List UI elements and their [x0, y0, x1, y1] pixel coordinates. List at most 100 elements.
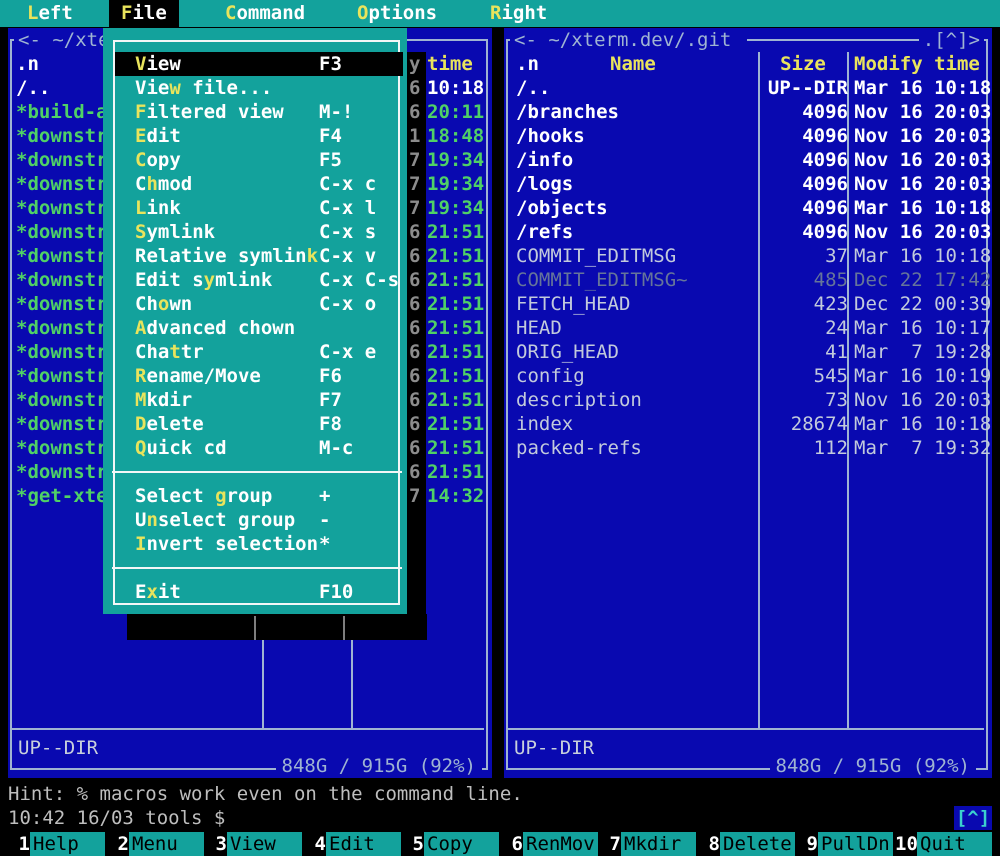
file-row[interactable]: /refs4096Nov 16 20:03: [508, 220, 984, 244]
file-row[interactable]: config545Mar 16 10:19: [508, 364, 984, 388]
hotkey-letter: L: [135, 197, 146, 219]
left-panel-ministatus-separator: [12, 728, 484, 730]
file-row[interactable]: COMMIT_EDITMSG37Mar 16 10:18: [508, 244, 984, 268]
fkey-number: 6: [501, 832, 523, 856]
menu-item-shortcut: C-x o: [319, 292, 376, 316]
command-line[interactable]: 10:42 16/03 tools $: [8, 806, 225, 830]
menu-item-exit[interactable]: ExitF10: [115, 580, 403, 604]
right-panel-corner-buttons[interactable]: .[^]>: [919, 28, 984, 52]
hotkey-letter: Q: [135, 437, 146, 459]
menu-item-label: Edit: [135, 124, 181, 148]
menu-item-shortcut: M-c: [319, 436, 353, 460]
menu-item-advanced-chown[interactable]: Advanced chown: [115, 316, 403, 340]
file-mtime: 20:11: [427, 100, 484, 124]
menu-item-delete[interactable]: DeleteF8: [115, 412, 403, 436]
file-name: /logs: [516, 172, 573, 196]
menu-item-invert-selection[interactable]: Invert selection*: [115, 532, 403, 556]
file-mtime: 21:51: [427, 388, 484, 412]
file-name: *get-xte: [16, 484, 108, 508]
file-row[interactable]: FETCH_HEAD423Dec 22 00:39: [508, 292, 984, 316]
menu-item-label: View file...: [135, 76, 272, 100]
menubar-item-options[interactable]: Options: [357, 0, 437, 27]
panel-scroll-badge[interactable]: [^]: [954, 806, 992, 830]
file-row[interactable]: HEAD24Mar 16 10:17: [508, 316, 984, 340]
menu-item-edit-symlink[interactable]: Edit symlinkC-x C-s: [115, 268, 403, 292]
menu-item-symlink[interactable]: SymlinkC-x s: [115, 220, 403, 244]
menubar-item-right[interactable]: Right: [490, 0, 547, 27]
fkey-copy[interactable]: 5Copy: [402, 832, 499, 856]
file-mtime: Dec 22 17:42: [854, 268, 991, 292]
menu-item-relative-symlink[interactable]: Relative symlinkC-x v: [115, 244, 403, 268]
fkey-help[interactable]: 1Help: [8, 832, 105, 856]
file-name: config: [516, 364, 585, 388]
shadowed-date-digit: 1: [409, 124, 420, 148]
file-row[interactable]: ORIG_HEAD41Mar 7 19:28: [508, 340, 984, 364]
fkey-delete[interactable]: 8Delete: [698, 832, 795, 856]
file-name: /refs: [516, 220, 573, 244]
right-panel-size-header[interactable]: Size: [760, 52, 846, 76]
file-name: COMMIT_EDITMSG: [516, 244, 676, 268]
fkey-number: 2: [107, 832, 129, 856]
menu-item-link[interactable]: LinkC-x l: [115, 196, 403, 220]
menu-item-label: Select group: [135, 484, 272, 508]
file-size: 24: [760, 316, 848, 340]
file-row[interactable]: /info4096Nov 16 20:03: [508, 148, 984, 172]
menu-item-mkdir[interactable]: MkdirF7: [115, 388, 403, 412]
menu-item-select-group[interactable]: Select group+: [115, 484, 403, 508]
file-row[interactable]: /logs4096Nov 16 20:03: [508, 172, 984, 196]
file-row[interactable]: COMMIT_EDITMSG~485Dec 22 17:42: [508, 268, 984, 292]
left-panel-path[interactable]: <- ~/xte: [14, 28, 114, 52]
file-row[interactable]: index28674Mar 16 10:18: [508, 412, 984, 436]
menu-item-edit[interactable]: EditF4: [115, 124, 403, 148]
file-mtime: 19:34: [427, 148, 484, 172]
file-row[interactable]: /branches4096Nov 16 20:03: [508, 100, 984, 124]
fkey-edit[interactable]: 4Edit: [304, 832, 401, 856]
hotkey-letter: R: [490, 2, 501, 24]
shadowed-date-digit: 7: [409, 196, 420, 220]
file-size: 112: [760, 436, 848, 460]
right-panel-mtime-header[interactable]: Modify time: [854, 52, 980, 76]
right-panel-name-header[interactable]: Name: [610, 52, 656, 76]
menu-item-filtered-view[interactable]: Filtered viewM-!: [115, 100, 403, 124]
fkey-number: 5: [402, 832, 424, 856]
menubar-item-left[interactable]: Left: [27, 0, 73, 27]
file-row[interactable]: /hooks4096Nov 16 20:03: [508, 124, 984, 148]
fkey-renmov[interactable]: 6RenMov: [501, 832, 598, 856]
menu-item-label: Chattr: [135, 340, 204, 364]
menu-item-rename-move[interactable]: Rename/MoveF6: [115, 364, 403, 388]
fkey-mkdir[interactable]: 7Mkdir: [599, 832, 696, 856]
fkey-pulldn[interactable]: 9PullDn: [796, 832, 893, 856]
menu-item-view[interactable]: ViewF3: [115, 52, 403, 76]
menu-item-chmod[interactable]: ChmodC-x c: [115, 172, 403, 196]
file-row[interactable]: /objects4096Mar 16 10:18: [508, 196, 984, 220]
menu-item-label: Copy: [135, 148, 181, 172]
menu-item-chattr[interactable]: ChattrC-x e: [115, 340, 403, 364]
menubar-item-command[interactable]: Command: [225, 0, 305, 27]
file-row[interactable]: packed-refs112Mar 7 19:32: [508, 436, 984, 460]
file-size: 4096: [760, 172, 848, 196]
fkey-label: Copy: [424, 832, 499, 856]
fkey-menu[interactable]: 2Menu: [107, 832, 204, 856]
menu-item-chown[interactable]: ChownC-x o: [115, 292, 403, 316]
fkey-number: 4: [304, 832, 326, 856]
fkey-view[interactable]: 3View: [205, 832, 302, 856]
right-panel[interactable]: <- ~/xterm.dev/.git .[^]> .n Name Size M…: [504, 28, 992, 778]
menubar-item-file[interactable]: File: [109, 0, 179, 27]
hotkey-letter: C: [135, 149, 146, 171]
file-mtime: Mar 16 10:18: [854, 76, 991, 100]
left-panel-sort-header[interactable]: .n: [16, 52, 39, 76]
file-menu-dropdown: ViewF3View file...Filtered viewM-!EditF4…: [103, 28, 407, 614]
menu-item-unselect-group[interactable]: Unselect group-: [115, 508, 403, 532]
file-size: 423: [760, 292, 848, 316]
left-panel-disk-usage: 848G / 915G (92%): [276, 754, 482, 778]
menu-item-copy[interactable]: CopyF5: [115, 148, 403, 172]
menu-item-quick-cd[interactable]: Quick cd M-c: [115, 436, 403, 460]
file-row[interactable]: /..UP--DIRMar 16 10:18: [508, 76, 984, 100]
file-row[interactable]: description73Nov 16 20:03: [508, 388, 984, 412]
right-panel-sort-header[interactable]: .n: [516, 52, 539, 76]
menu-item-view-file-[interactable]: View file...: [115, 76, 403, 100]
right-panel-path[interactable]: <- ~/xterm.dev/.git: [510, 28, 747, 52]
fkey-quit[interactable]: 10Quit: [895, 832, 992, 856]
menu-item-label: Quick cd: [135, 436, 227, 460]
file-name: /..: [16, 76, 50, 100]
